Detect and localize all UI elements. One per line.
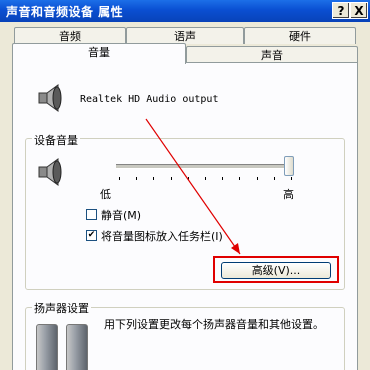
- volume-slider-thumb[interactable]: [284, 156, 294, 176]
- close-button[interactable]: X: [350, 2, 368, 19]
- volume-speaker-icon: [38, 158, 62, 186]
- volume-tick: [136, 177, 138, 180]
- volume-tick: [273, 177, 275, 180]
- volume-tick: [239, 177, 241, 180]
- help-button[interactable]: ?: [332, 2, 350, 19]
- volume-tick: [291, 177, 292, 180]
- mute-checkbox[interactable]: [86, 209, 97, 220]
- slider-low-label: 低: [100, 188, 111, 201]
- tab-voice[interactable]: 语声: [126, 27, 244, 44]
- volume-tick: [222, 177, 224, 180]
- tab-hardware[interactable]: 硬件: [244, 27, 356, 44]
- volume-tick: [205, 177, 206, 180]
- tab-audio[interactable]: 音频: [14, 27, 126, 44]
- volume-tick: [119, 177, 120, 180]
- tray-icon-label: 将音量图标放入任务栏(I): [101, 230, 223, 243]
- volume-slider-track[interactable]: [116, 164, 292, 169]
- device-name: Realtek HD Audio output: [80, 94, 219, 105]
- window-title: 声音和音频设备 属性: [6, 5, 124, 19]
- speaker-settings-description: 用下列设置更改每个扬声器音量和其他设置。: [104, 318, 324, 331]
- device-volume-label: 设备音量: [32, 132, 80, 148]
- tab-sounds[interactable]: 声音: [186, 46, 358, 63]
- tray-icon-checkbox[interactable]: ✔: [86, 230, 97, 241]
- mute-label: 静音(M): [101, 209, 142, 222]
- left-speaker-image: [36, 324, 58, 370]
- right-speaker-image: [66, 324, 88, 370]
- tab-volume[interactable]: 音量: [12, 43, 186, 64]
- advanced-button[interactable]: 高级(V)...: [221, 262, 331, 279]
- volume-tick: [170, 177, 172, 180]
- title-bar[interactable]: 声音和音频设备 属性 ? X: [0, 0, 370, 22]
- properties-window: 声音和音频设备 属性 ? X 音频 语声 硬件 音量 声音 Realtek HD…: [0, 0, 370, 370]
- slider-high-label: 高: [283, 188, 294, 201]
- speaker-icon: [38, 84, 62, 112]
- volume-tick: [153, 177, 155, 180]
- volume-tick: [187, 177, 189, 180]
- speaker-settings-label: 扬声器设置: [32, 300, 91, 316]
- volume-tick: [256, 177, 258, 180]
